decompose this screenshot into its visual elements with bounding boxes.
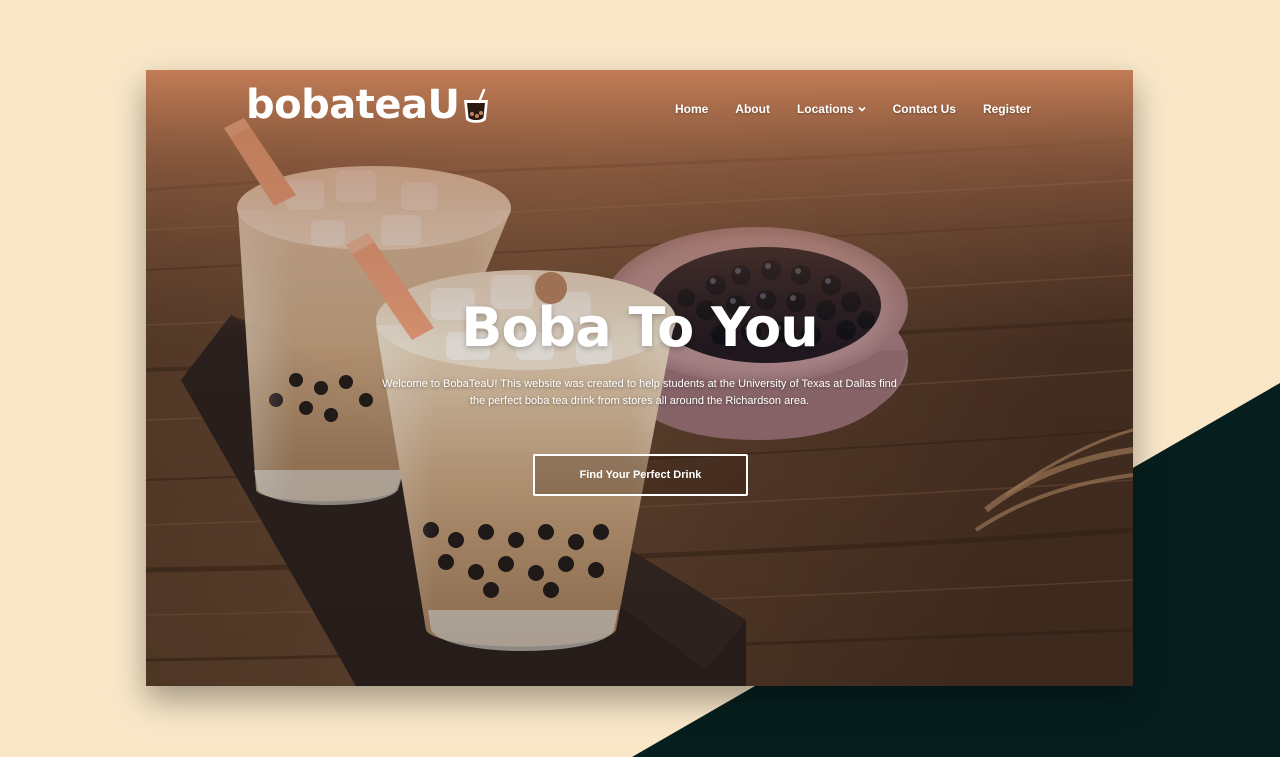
chevron-down-icon (858, 106, 866, 112)
navbar: bobateaU Home About Locations Contact Us… (146, 70, 1133, 150)
nav-about[interactable]: About (735, 102, 770, 116)
main-nav: Home About Locations Contact Us Register (675, 102, 1031, 116)
nav-register[interactable]: Register (983, 102, 1031, 116)
nav-home[interactable]: Home (675, 102, 708, 116)
hero-description: Welcome to BobaTeaU! This website was cr… (382, 378, 897, 407)
brand-logo[interactable]: bobateaU (246, 80, 491, 130)
find-perfect-drink-button[interactable]: Find Your Perfect Drink (533, 454, 748, 496)
nav-contact-us[interactable]: Contact Us (893, 102, 956, 116)
website-preview-frame: bobateaU Home About Locations Contact Us… (146, 70, 1133, 686)
boba-cup-icon (464, 88, 489, 123)
hero-section: Boba To You Welcome to BobaTeaU! This we… (146, 296, 1133, 410)
hero-title: Boba To You (461, 296, 818, 359)
nav-locations[interactable]: Locations (797, 102, 866, 116)
logo-text: bobateaU (246, 82, 460, 128)
nav-locations-label: Locations (796, 102, 854, 116)
